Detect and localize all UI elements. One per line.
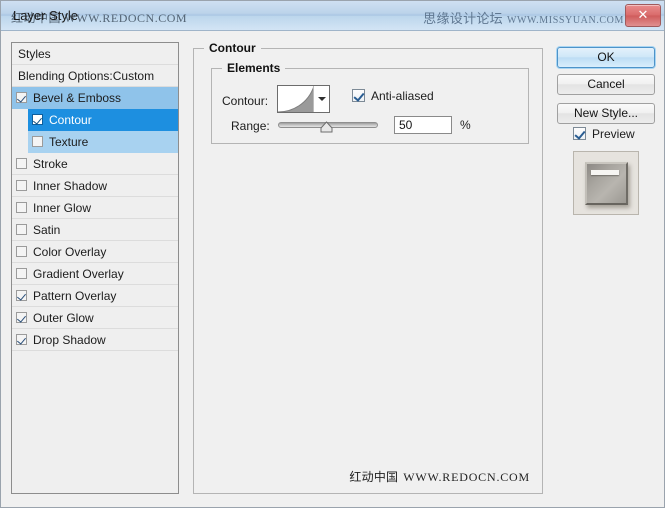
contour-group: Contour Elements Contour: Anti-aliased R…: [193, 41, 543, 494]
watermark-title-right-cn: 思缘设计论坛: [423, 11, 503, 26]
range-unit-label: %: [460, 118, 471, 132]
blending-options-row[interactable]: Blending Options:Custom: [12, 65, 178, 87]
styles-row-label: Gradient Overlay: [33, 267, 124, 281]
styles-row-bevel-emboss[interactable]: Bevel & Emboss: [12, 87, 178, 109]
range-label: Range:: [231, 119, 270, 133]
styles-row-inner-glow[interactable]: Inner Glow: [12, 197, 178, 219]
styles-row-color-overlay[interactable]: Color Overlay: [12, 241, 178, 263]
styles-row-label: Outer Glow: [33, 311, 94, 325]
preview-shape: [585, 162, 628, 205]
styles-row-label: Drop Shadow: [33, 333, 106, 347]
styles-row-stroke[interactable]: Stroke: [12, 153, 178, 175]
checkbox-icon[interactable]: [32, 136, 43, 147]
styles-row-label: Bevel & Emboss: [33, 91, 122, 105]
contour-label: Contour:: [222, 94, 269, 108]
window-title: Layer Style: [13, 8, 79, 23]
preview-checkbox[interactable]: Preview: [573, 127, 635, 141]
contour-curve-icon: [278, 86, 314, 112]
ok-button[interactable]: OK: [557, 47, 655, 68]
preview-check-icon[interactable]: [573, 127, 586, 140]
styles-row-label: Contour: [49, 113, 92, 127]
styles-row-inner-shadow[interactable]: Inner Shadow: [12, 175, 178, 197]
close-button[interactable]: ✕: [625, 4, 661, 27]
styles-row-label: Inner Shadow: [33, 179, 108, 193]
title-bar: 红动中国 WWW.REDOCN.COM Layer Style 思缘设计论坛 WW…: [1, 1, 664, 31]
styles-row-label: Satin: [33, 223, 61, 237]
style-preview-thumbnail: [573, 151, 639, 215]
anti-aliased-label: Anti-aliased: [371, 89, 434, 103]
checkbox-icon[interactable]: [16, 246, 27, 257]
styles-row-label: Pattern Overlay: [33, 289, 117, 303]
checkbox-icon[interactable]: [32, 114, 43, 125]
preview-label: Preview: [592, 127, 635, 141]
styles-row-texture[interactable]: Texture: [28, 131, 178, 153]
range-slider-thumb[interactable]: [320, 121, 333, 133]
styles-row-gradient-overlay[interactable]: Gradient Overlay: [12, 263, 178, 285]
styles-row-label: Color Overlay: [33, 245, 107, 259]
checkbox-icon[interactable]: [16, 158, 27, 169]
contour-preset-picker[interactable]: [277, 85, 330, 113]
watermark-bottom-cn: 红动中国: [349, 470, 399, 484]
styles-list-panel[interactable]: Styles Blending Options:Custom Bevel & E…: [11, 42, 179, 494]
watermark-bottom-en: WWW.REDOCN.COM: [403, 470, 530, 484]
styles-row-contour[interactable]: Contour: [28, 109, 178, 131]
new-style-button[interactable]: New Style...: [557, 103, 655, 124]
effects-list: Bevel & Emboss Contour Texture Stroke Inner …: [12, 87, 178, 351]
styles-row-outer-glow[interactable]: Outer Glow: [12, 307, 178, 329]
checkbox-icon[interactable]: [16, 334, 27, 345]
styles-row-drop-shadow[interactable]: Drop Shadow: [12, 329, 178, 351]
watermark-title-right-en: WWW.MISSYUAN.COM: [506, 15, 624, 26]
contour-group-title: Contour: [204, 41, 261, 55]
elements-group-title: Elements: [222, 61, 286, 75]
watermark-bottom: 红动中国 WWW.REDOCN.COM: [349, 468, 530, 485]
layer-style-dialog: 红动中国 WWW.REDOCN.COM Layer Style 思缘设计论坛 WW…: [0, 0, 665, 508]
styles-row-label: Texture: [49, 135, 89, 149]
styles-row-pattern-overlay[interactable]: Pattern Overlay: [12, 285, 178, 307]
styles-row-satin[interactable]: Satin: [12, 219, 178, 241]
styles-list-header: Styles: [12, 43, 178, 65]
checkbox-icon[interactable]: [16, 290, 27, 301]
styles-row-label: Inner Glow: [33, 201, 92, 215]
preview-highlight-stripe: [591, 170, 619, 175]
styles-row-label: Stroke: [33, 157, 68, 171]
range-value-input[interactable]: 50: [394, 116, 452, 134]
checkbox-icon[interactable]: [16, 312, 27, 323]
cancel-button[interactable]: Cancel: [557, 74, 655, 95]
contour-dropdown-arrow-icon[interactable]: [313, 86, 329, 112]
checkbox-icon[interactable]: [16, 92, 27, 103]
anti-aliased-check-icon[interactable]: [352, 89, 365, 102]
elements-group: Elements Contour: Anti-aliased Range: 50…: [211, 61, 529, 144]
checkbox-icon[interactable]: [16, 224, 27, 235]
watermark-title-right: 思缘设计论坛 WWW.MISSYUAN.COM: [423, 8, 624, 27]
close-icon: ✕: [637, 7, 649, 22]
checkbox-icon[interactable]: [16, 180, 27, 191]
contour-curve-preview: [278, 86, 314, 112]
checkbox-icon[interactable]: [16, 202, 27, 213]
anti-aliased-checkbox[interactable]: Anti-aliased: [352, 89, 434, 103]
checkbox-icon[interactable]: [16, 268, 27, 279]
